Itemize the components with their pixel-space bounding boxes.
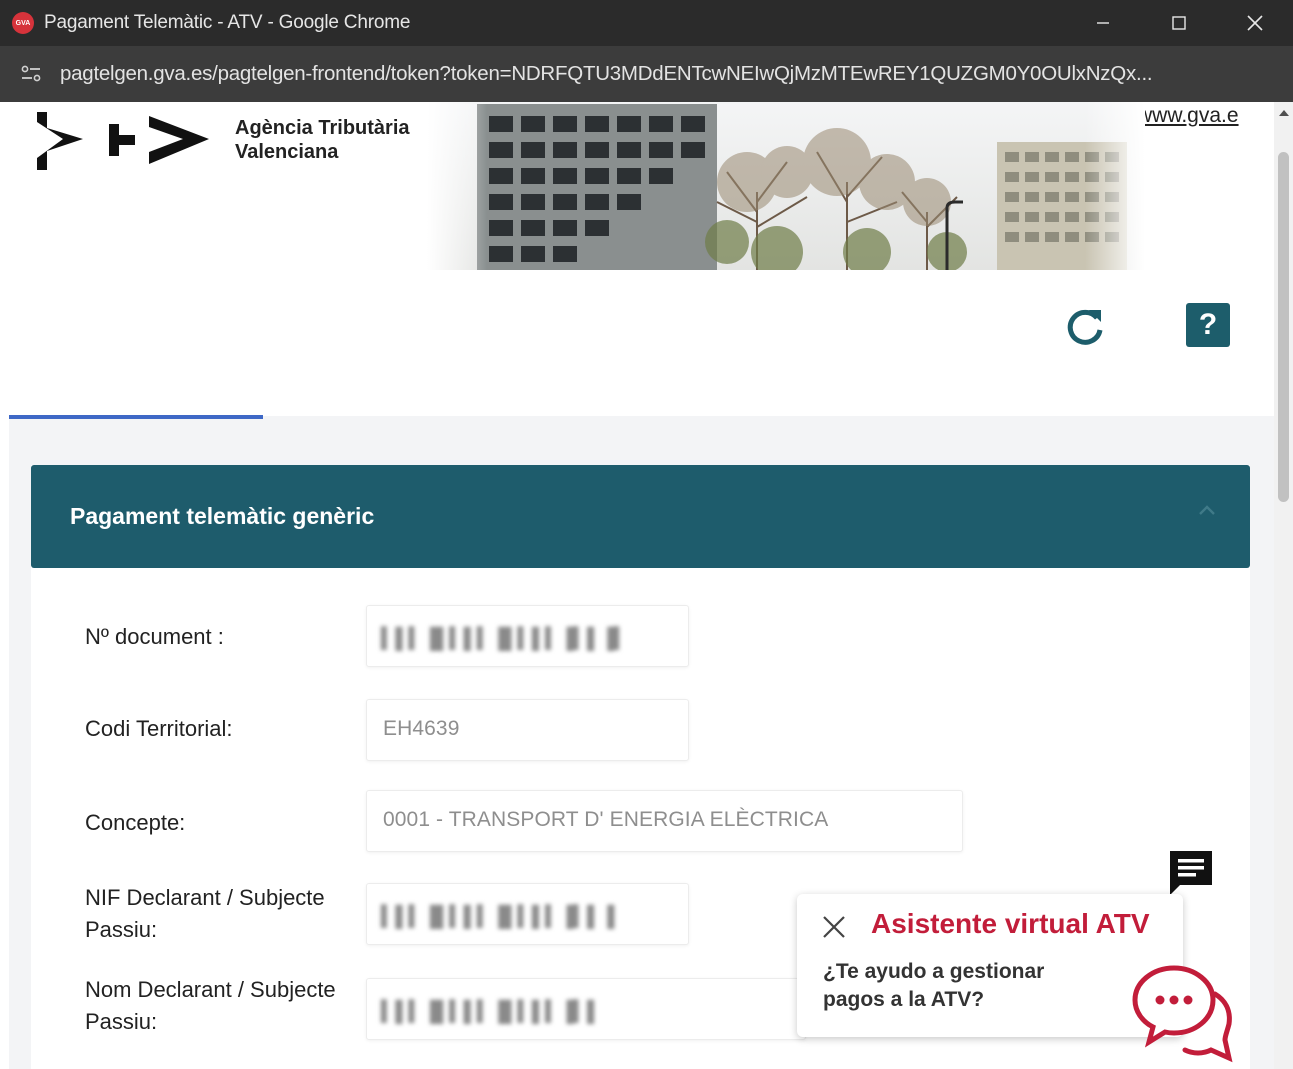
active-tab-indicator — [9, 415, 263, 419]
document-number-value-redacted: ▍▌▍▐▌▍▌▍▐▌▍▌▍▐▍▌▐▍ — [381, 628, 629, 650]
chat-message-icon[interactable] — [1166, 847, 1216, 897]
brand-name: Agència Tributària Valenciana — [235, 116, 410, 164]
chat-assistant-bubble-icon[interactable] — [1129, 962, 1235, 1066]
panel-header[interactable]: Pagament telemàtic genèric — [31, 465, 1250, 568]
nif-declarant-field[interactable]: ▍▌▍▐▌▍▌▍▐▌▍▌▍▐▍▌▐ — [366, 883, 689, 945]
assistant-title: Asistente virtual ATV — [871, 908, 1150, 939]
assistant-message-line-1: ¿Te ayudo a gestionar — [823, 960, 1045, 983]
name-declarant-value-redacted: ▍▌▍▐▌▍▌▍▐▌▍▌▍▐▍▌ — [381, 1001, 601, 1023]
name-declarant-label-line-1: Nom Declarant / Subjecte — [85, 977, 336, 1002]
document-number-label: Nº document : — [85, 624, 224, 649]
virtual-assistant-popup: Asistente virtual ATV ¿Te ayudo a gestio… — [797, 894, 1183, 1037]
maximize-icon — [1172, 16, 1186, 30]
assistant-message-line-2: pagos a la ATV? — [823, 988, 985, 1011]
window-controls — [1065, 0, 1293, 46]
panel-title: Pagament telemàtic genèric — [70, 503, 375, 529]
maximize-button[interactable] — [1141, 0, 1217, 46]
refresh-icon — [1067, 309, 1103, 345]
minimize-button[interactable] — [1065, 0, 1141, 46]
brand-line-1: Agència Tributària — [235, 117, 410, 139]
nif-declarant-label: NIF Declarant / Subjecte Passiu: — [85, 882, 325, 946]
assistant-message: ¿Te ayudo a gestionar pagos a la ATV? — [823, 958, 1044, 1014]
address-bar: pagtelgen.gva.es/pagtelgen-frontend/toke… — [0, 46, 1293, 102]
refresh-button[interactable] — [1061, 302, 1109, 350]
name-declarant-field[interactable]: ▍▌▍▐▌▍▌▍▐▌▍▌▍▐▍▌ — [366, 978, 806, 1040]
browser-title-bar: GVA Pagament Telemàtic - ATV - Google Ch… — [0, 0, 1293, 46]
gva-favicon-icon: GVA — [12, 12, 34, 34]
territorial-code-field[interactable]: EH4639 — [366, 699, 689, 761]
vertical-scrollbar[interactable] — [1274, 102, 1293, 1069]
nif-declarant-label-line-1: NIF Declarant / Subjecte — [85, 885, 325, 910]
nif-declarant-label-line-2: Passiu: — [85, 917, 158, 942]
header-banner-image — [427, 102, 1145, 270]
close-icon — [1247, 15, 1263, 31]
concept-value: 0001 - TRANSPORT D' ENERGIA ELÈCTRICA — [383, 808, 829, 831]
window-title: Pagament Telemàtic - ATV - Google Chrome — [44, 12, 411, 33]
concept-label: Concepte: — [85, 810, 186, 835]
atv-logo-icon — [37, 112, 209, 170]
brand-line-2: Valenciana — [235, 141, 339, 163]
url-field[interactable]: pagtelgen.gva.es/pagtelgen-frontend/toke… — [60, 62, 1275, 86]
gva-website-link[interactable]: www.gva.e — [1137, 104, 1239, 128]
concept-field[interactable]: 0001 - TRANSPORT D' ENERGIA ELÈCTRICA — [366, 790, 963, 852]
page-content: Agència Tributària Valenciana www.gva.e — [9, 102, 1274, 1069]
scroll-up-arrow-icon[interactable] — [1279, 110, 1289, 116]
site-info-button[interactable] — [14, 57, 48, 91]
tune-icon — [21, 65, 41, 82]
chevron-up-icon[interactable] — [1197, 503, 1217, 517]
scrollbar-thumb[interactable] — [1278, 152, 1289, 502]
territorial-code-value: EH4639 — [383, 717, 460, 740]
territorial-code-label: Codi Territorial: — [85, 716, 233, 741]
help-button[interactable]: ? — [1186, 303, 1230, 347]
close-icon[interactable] — [821, 914, 847, 940]
document-number-field[interactable]: ▍▌▍▐▌▍▌▍▐▌▍▌▍▐▍▌▐▍ — [366, 605, 689, 667]
close-window-button[interactable] — [1217, 0, 1293, 46]
minimize-icon — [1097, 22, 1109, 24]
name-declarant-label: Nom Declarant / Subjecte Passiu: — [85, 974, 336, 1038]
nif-declarant-value-redacted: ▍▌▍▐▌▍▌▍▐▌▍▌▍▐▍▌▐ — [381, 906, 614, 928]
name-declarant-label-line-2: Passiu: — [85, 1009, 158, 1034]
